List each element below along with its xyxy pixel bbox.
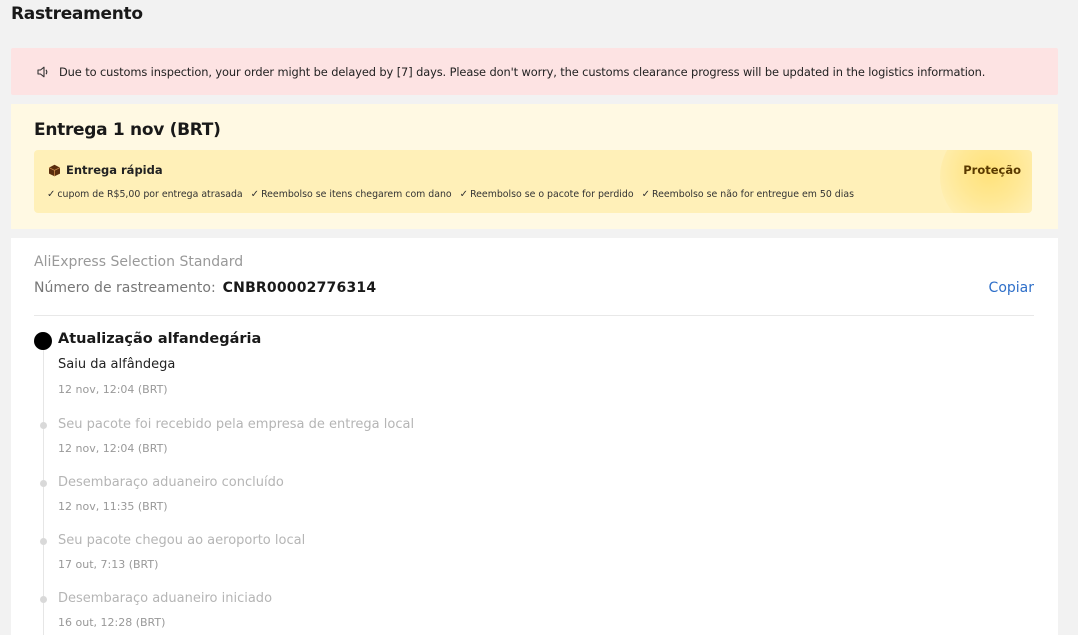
protection-box[interactable]: Entrega rápida Proteção ✓ cupom de R$5,0… [34, 150, 1032, 213]
timeline-dot [40, 422, 47, 429]
benefit-item: ✓ Reembolso se itens chegarem com dano [251, 189, 452, 200]
tracking-number-label: Número de rastreamento: [34, 280, 216, 296]
page-title: Rastreamento [11, 4, 143, 24]
benefit-text: Reembolso se o pacote for perdido [470, 189, 634, 200]
event-subtitle: Saiu da alfândega [58, 357, 176, 372]
timeline-dot [40, 596, 47, 603]
tracking-number-row: Número de rastreamento: CNBR00002776314 [34, 280, 376, 296]
notice-text: Due to customs inspection, your order mi… [59, 64, 986, 79]
customs-notice-banner: Due to customs inspection, your order mi… [11, 48, 1058, 95]
event-title: Seu pacote foi recebido pela empresa de … [58, 417, 415, 432]
copy-button[interactable]: Copiar [989, 280, 1034, 296]
tracking-number: CNBR00002776314 [222, 280, 377, 296]
benefit-item: ✓ Reembolso se não for entregue em 50 di… [642, 189, 854, 200]
divider [34, 315, 1034, 316]
fast-delivery-text: Entrega rápida [66, 163, 163, 177]
check-icon: ✓ [47, 189, 56, 200]
protection-glow [940, 150, 1032, 213]
check-icon: ✓ [459, 189, 469, 200]
benefit-text: Reembolso se itens chegarem com dano [261, 189, 452, 200]
benefit-text: cupom de R$5,00 por entrega atrasada [57, 189, 243, 200]
speaker-icon [36, 65, 50, 79]
tracking-card: AliExpress Selection Standard Número de … [11, 238, 1058, 635]
delivery-card: Entrega 1 nov (BRT) Entrega rápida Prote… [11, 104, 1058, 229]
event-title: Desembaraço aduaneiro iniciado [58, 591, 273, 606]
event-time: 12 nov, 12:04 (BRT) [58, 442, 168, 455]
benefit-item: ✓ cupom de R$5,00 por entrega atrasada [47, 189, 243, 200]
event-time: 16 out, 12:28 (BRT) [58, 616, 166, 629]
fast-delivery-label: Entrega rápida [48, 163, 163, 177]
event-time: 12 nov, 11:35 (BRT) [58, 500, 168, 513]
timeline-dot [40, 480, 47, 487]
event-time: 17 out, 7:13 (BRT) [58, 558, 159, 571]
protection-link[interactable]: Proteção [963, 163, 1021, 177]
check-icon: ✓ [250, 189, 260, 200]
benefit-text: Reembolso se não for entregue em 50 dias [651, 189, 854, 200]
check-icon: ✓ [641, 189, 650, 200]
event-time: 12 nov, 12:04 (BRT) [58, 383, 168, 396]
package-icon [48, 164, 61, 177]
benefits-list: ✓ cupom de R$5,00 por entrega atrasada ✓… [47, 189, 854, 200]
timeline-dot [40, 538, 47, 545]
benefit-item: ✓ Reembolso se o pacote for perdido [460, 189, 634, 200]
event-title: Desembaraço aduaneiro concluído [58, 475, 284, 490]
carrier-name: AliExpress Selection Standard [34, 254, 244, 270]
event-title: Atualização alfandegária [58, 331, 262, 347]
timeline-dot-current [34, 332, 52, 350]
event-title: Seu pacote chegou ao aeroporto local [58, 533, 306, 548]
timeline-line [43, 343, 44, 635]
delivery-date-title: Entrega 1 nov (BRT) [34, 120, 221, 140]
